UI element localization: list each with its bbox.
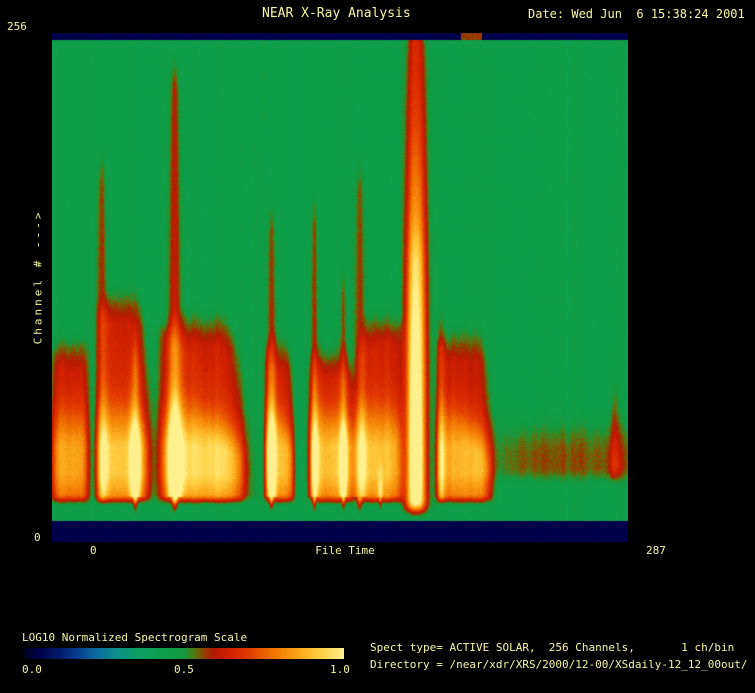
date-label: Date: Wed Jun 6 15:38:24 2001: [528, 7, 745, 21]
x-axis-title: File Time: [315, 544, 375, 557]
colorbar-tick-mid: 0.5: [174, 663, 194, 676]
x-axis-min-label: 0: [90, 544, 97, 557]
near-xray-analysis-window: { "theme": { "background": "#000000", "t…: [0, 0, 755, 693]
spect-type-line: Spect type= ACTIVE SOLAR, 256 Channels, …: [370, 641, 735, 654]
directory-line: Directory = /near/xdr/XRS/2000/12-00/XSd…: [370, 658, 748, 671]
spectrogram-canvas: [52, 33, 628, 542]
page-title: NEAR X-Ray Analysis: [262, 6, 411, 21]
x-axis-max-label: 287: [646, 544, 666, 557]
colorbar-canvas: [24, 648, 344, 659]
colorbar-label: LOG10 Normalized Spectrogram Scale: [22, 631, 248, 644]
colorbar-tick-max: 1.0: [330, 663, 350, 676]
y-axis-title: Channel # --->: [31, 209, 45, 345]
colorbar-tick-min: 0.0: [22, 663, 42, 676]
y-axis-min-label: 0: [34, 531, 41, 544]
y-axis-max-label: 256: [7, 20, 27, 33]
